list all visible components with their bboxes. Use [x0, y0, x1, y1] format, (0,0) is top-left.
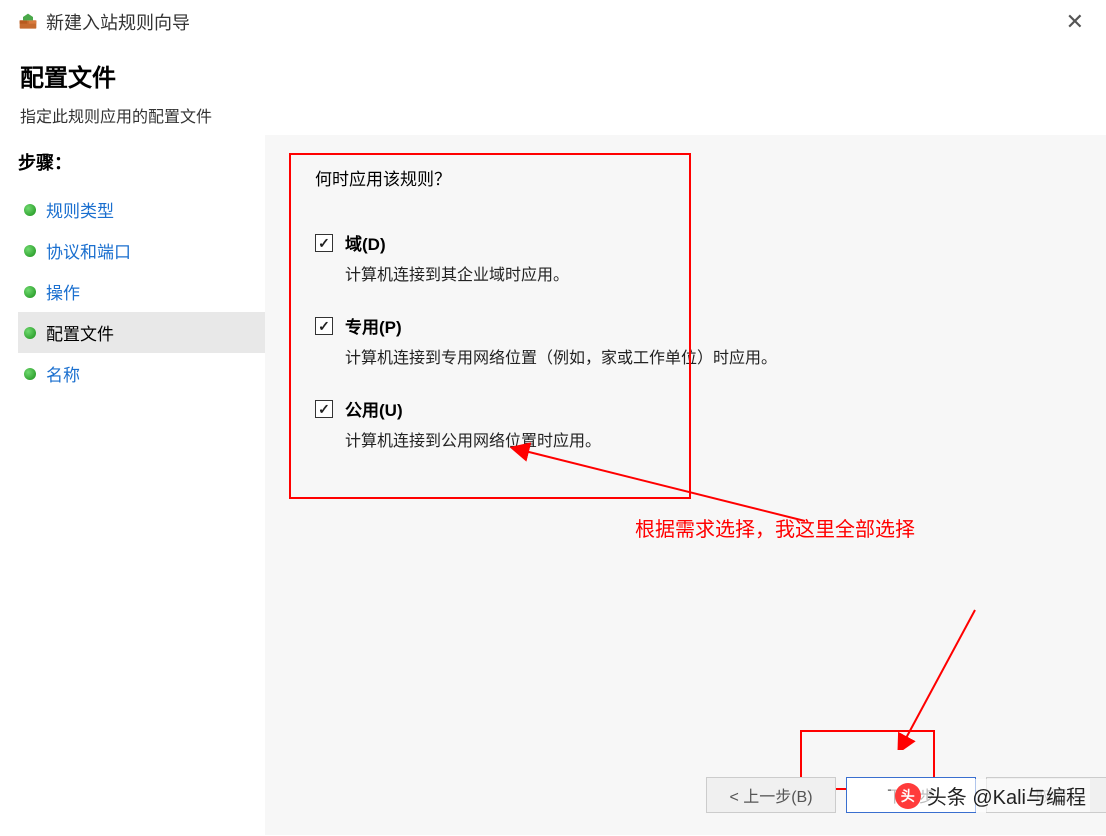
step-label: 操作 [46, 279, 80, 304]
watermark-text: 头条 @Kali与编程 [927, 781, 1086, 810]
option-label: 域(D) [345, 230, 386, 255]
page-title: 配置文件 [20, 58, 1086, 93]
step-label: 配置文件 [46, 320, 114, 345]
bullet-icon [24, 245, 36, 257]
step-rule-type[interactable]: 规则类型 [18, 189, 265, 230]
checkbox-public[interactable] [315, 400, 333, 418]
page-subtitle: 指定此规则应用的配置文件 [20, 103, 1086, 127]
bullet-icon [24, 204, 36, 216]
option-domain: 域(D) 计算机连接到其企业域时应用。 [315, 230, 1066, 285]
option-label: 专用(P) [345, 313, 402, 338]
option-desc: 计算机连接到其企业域时应用。 [345, 261, 1066, 285]
close-icon[interactable]: ✕ [1056, 5, 1094, 39]
option-label: 公用(U) [345, 396, 403, 421]
checkbox-private[interactable] [315, 317, 333, 335]
option-desc: 计算机连接到公用网络位置时应用。 [345, 427, 1066, 451]
watermark-logo-icon: 头 [895, 783, 921, 809]
step-label: 规则类型 [46, 197, 114, 222]
question-text: 何时应用该规则？ [315, 165, 1066, 190]
annotation-text: 根据需求选择，我这里全部选择 [635, 513, 915, 542]
step-protocol-port[interactable]: 协议和端口 [18, 230, 265, 271]
watermark: 头 头条 @Kali与编程 [891, 779, 1090, 812]
step-action[interactable]: 操作 [18, 271, 265, 312]
step-name[interactable]: 名称 [18, 353, 265, 394]
steps-heading: 步骤： [18, 149, 265, 175]
annotation-arrow-to-next [895, 605, 985, 750]
sidebar: 步骤： 规则类型 协议和端口 操作 配置文件 名称 [0, 135, 265, 835]
step-profile[interactable]: 配置文件 [18, 312, 265, 353]
step-label: 协议和端口 [46, 238, 131, 263]
firewall-icon [18, 12, 38, 32]
option-desc: 计算机连接到专用网络位置（例如，家或工作单位）时应用。 [345, 344, 1066, 368]
window-title: 新建入站规则向导 [46, 9, 190, 35]
content-pane: 何时应用该规则？ 域(D) 计算机连接到其企业域时应用。 专用(P) 计算机连接… [265, 135, 1106, 835]
header: 配置文件 指定此规则应用的配置文件 [0, 40, 1106, 135]
bullet-icon [24, 286, 36, 298]
bullet-icon [24, 327, 36, 339]
bullet-icon [24, 368, 36, 380]
option-public: 公用(U) 计算机连接到公用网络位置时应用。 [315, 396, 1066, 451]
titlebar: 新建入站规则向导 ✕ [0, 0, 1106, 40]
back-button[interactable]: < 上一步(B) [706, 777, 836, 813]
option-private: 专用(P) 计算机连接到专用网络位置（例如，家或工作单位）时应用。 [315, 313, 1066, 368]
step-label: 名称 [46, 361, 80, 386]
checkbox-domain[interactable] [315, 234, 333, 252]
